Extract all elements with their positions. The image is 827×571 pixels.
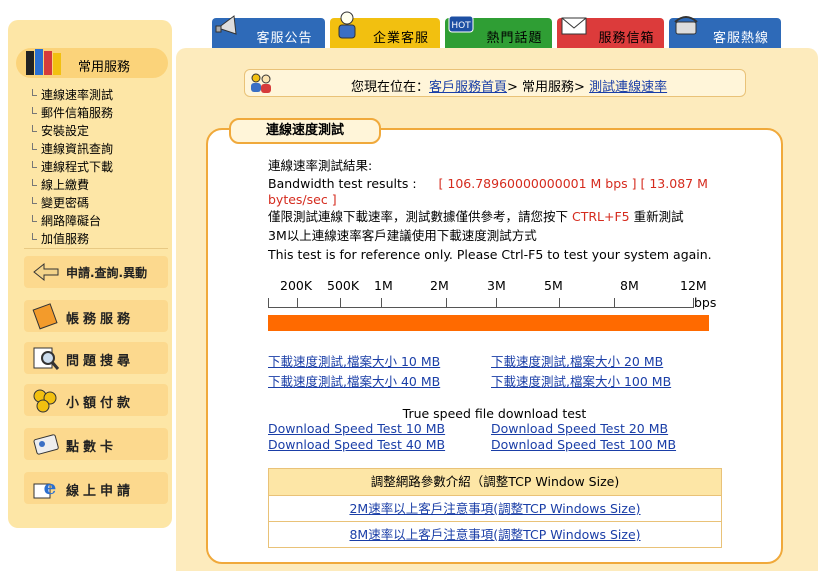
- scale-divider: [614, 298, 615, 308]
- card-title: 連線速度測試: [229, 118, 381, 144]
- bandwidth-label: Bandwidth test results :: [268, 176, 417, 191]
- sidebar-heading: 常用服務: [16, 48, 168, 78]
- sidebar-button-label: 申請.查詢.異動: [66, 266, 148, 280]
- magnifier-icon: [33, 347, 60, 370]
- tcp-row-8m: 8M速率以上客戶注意事項(調整TCP Windows Size): [269, 521, 721, 547]
- tab-label: 服務信箱: [598, 30, 655, 46]
- books-icon: [26, 49, 61, 75]
- sidebar-button-label: 帳務服務: [66, 312, 135, 327]
- telephone-icon: [674, 16, 698, 35]
- person-icon: [338, 11, 356, 39]
- download-cn-40mb-link[interactable]: 下載速度測試,檔案大小 40 MB: [268, 371, 440, 390]
- note-en: This test is for reference only. Please …: [268, 247, 712, 262]
- card-icon: [33, 434, 59, 455]
- sidebar-item-speed-test[interactable]: 連線速率測試: [32, 86, 160, 104]
- sidebar-button-point-card[interactable]: 點數卡: [24, 428, 168, 460]
- tcp-row-2m: 2M速率以上客戶注意事項(調整TCP Windows Size): [269, 495, 721, 521]
- scale-tick: 5M: [544, 278, 563, 293]
- note-cn: 僅限測試連線下載速率，測試數據僅供參考，請您按下 CTRL+F5 重新測試: [268, 208, 684, 226]
- sidebar-divider: [24, 248, 168, 249]
- scale-tick: 3M: [487, 278, 506, 293]
- note-cn-2: 3M以上連線速率客戶建議使用下載速度測試方式: [268, 228, 537, 243]
- download-cn-20mb-link[interactable]: 下載速度測試,檔案大小 20 MB: [491, 351, 663, 370]
- download-en-10mb-link[interactable]: Download Speed Test 10 MB: [268, 421, 445, 436]
- top-tab-bar: 客服公告 企業客服 HOT 熱門話題 服務信箱 客服熱線: [212, 8, 792, 54]
- scale-divider: [496, 298, 497, 308]
- sidebar-item-password[interactable]: 變更密碼: [32, 194, 160, 212]
- download-cn-100mb-link[interactable]: 下載速度測試,檔案大小 100 MB: [491, 371, 671, 390]
- download-en-20mb-link[interactable]: Download Speed Test 20 MB: [491, 421, 668, 436]
- sidebar-item-billing[interactable]: 線上繳費: [32, 176, 160, 194]
- download-en-100mb-link[interactable]: Download Speed Test 100 MB: [491, 437, 676, 452]
- breadcrumb-home-link[interactable]: 客戶服務首頁: [429, 80, 507, 95]
- scale-divider: [268, 298, 269, 308]
- breadcrumb-text: 您現在位在：客戶服務首頁> 常用服務> 測試連線速率: [351, 76, 667, 95]
- breadcrumb-separator: > 常用服務>: [507, 80, 590, 95]
- sidebar-button-apply-query[interactable]: 申請.查詢.異動: [24, 256, 168, 288]
- coins-icon: [33, 389, 57, 413]
- scale-tick: 200K: [280, 278, 313, 293]
- breadcrumb: 您現在位在：客戶服務首頁> 常用服務> 測試連線速率: [244, 69, 746, 97]
- sidebar-button-label: 小額付款: [66, 396, 135, 411]
- tcp-8m-link[interactable]: 8M速率以上客戶注意事項(調整TCP Windows Size): [349, 527, 640, 542]
- tab-label: 企業客服: [372, 30, 429, 46]
- scale-tick: 500K: [327, 278, 360, 293]
- sidebar-button-micropayment[interactable]: 小額付款: [24, 384, 168, 416]
- hot-icon: HOT: [448, 15, 474, 33]
- breadcrumb-current-link[interactable]: 測試連線速率: [589, 80, 667, 95]
- sidebar-button-label: 點數卡: [66, 440, 118, 455]
- sidebar-item-download[interactable]: 連線程式下載: [32, 158, 160, 176]
- speed-bar: [268, 315, 709, 331]
- sidebar-button-search[interactable]: 問題搜尋: [24, 342, 168, 374]
- sidebar-button-online-apply[interactable]: e 線上申請: [24, 472, 168, 504]
- people-icon: [251, 73, 271, 93]
- browser-e-icon: e: [33, 475, 57, 499]
- download-caption: True speed file download test: [402, 406, 587, 421]
- tab-label: 客服熱線: [712, 30, 769, 46]
- svg-text:e: e: [44, 475, 57, 499]
- scale-tick: 12M: [680, 278, 707, 293]
- sidebar-item-connection-info[interactable]: 連線資訊查詢: [32, 140, 160, 158]
- bandwidth-value-cont: bytes/sec ]: [268, 192, 337, 207]
- scale-rule: [268, 298, 693, 308]
- breadcrumb-prefix: 您現在位在：: [351, 80, 430, 95]
- arrow-icon: [33, 262, 59, 282]
- tcp-settings-table: 調整網路參數介紹（調整TCP Window Size) 2M速率以上客戶注意事項…: [268, 468, 722, 548]
- sidebar-item-mail[interactable]: 郵件信箱服務: [32, 104, 160, 122]
- scale-tick: 8M: [620, 278, 639, 293]
- download-cn-10mb-link[interactable]: 下載速度測試,檔案大小 10 MB: [268, 351, 440, 370]
- sidebar-item-install[interactable]: 安裝設定: [32, 122, 160, 140]
- bandwidth-value: [ 106.78960000000001 M bps ] [ 13.087 M: [438, 176, 708, 191]
- scale-divider: [381, 298, 382, 308]
- sidebar-button-label: 問題搜尋: [66, 354, 135, 369]
- scale-divider: [340, 298, 341, 308]
- sidebar-item-value-added[interactable]: 加值服務: [32, 230, 160, 248]
- sidebar-submenu: 連線速率測試 郵件信箱服務 安裝設定 連線資訊查詢 連線程式下載 線上繳費 變更…: [32, 86, 160, 248]
- sidebar-button-label: 線上申請: [66, 484, 135, 499]
- left-sidebar: 常用服務 連線速率測試 郵件信箱服務 安裝設定 連線資訊查詢 連線程式下載 線上…: [8, 20, 172, 528]
- note-cn-key: CTRL+F5: [572, 209, 630, 224]
- note-cn-prefix: 僅限測試連線下載速率，測試數據僅供參考，請您按下: [268, 209, 569, 224]
- svg-text:HOT: HOT: [451, 21, 471, 31]
- scale-divider: [446, 298, 447, 308]
- sidebar-heading-label: 常用服務: [78, 60, 131, 75]
- notebook-icon: [32, 303, 58, 330]
- sidebar-button-billing[interactable]: 帳務服務: [24, 300, 168, 332]
- result-label: 連線速率測試結果:: [268, 158, 373, 173]
- tab-label: 熱門話題: [486, 30, 543, 46]
- scale-tick: 1M: [374, 278, 393, 293]
- mail-icon: [561, 17, 587, 35]
- scale-divider: [559, 298, 560, 308]
- scale-tick: 2M: [430, 278, 449, 293]
- scale-divider: [297, 298, 298, 308]
- note-cn-suffix: 重新測試: [633, 209, 684, 224]
- megaphone-icon: [215, 15, 237, 35]
- download-en-40mb-link[interactable]: Download Speed Test 40 MB: [268, 437, 445, 452]
- sidebar-item-network-issue[interactable]: 網路障礙台: [32, 212, 160, 230]
- tab-label: 客服公告: [256, 30, 313, 46]
- scale-unit: bps: [694, 295, 717, 310]
- tcp-2m-link[interactable]: 2M速率以上客戶注意事項(調整TCP Windows Size): [349, 501, 640, 516]
- tcp-table-header: 調整網路參數介紹（調整TCP Window Size): [269, 469, 721, 495]
